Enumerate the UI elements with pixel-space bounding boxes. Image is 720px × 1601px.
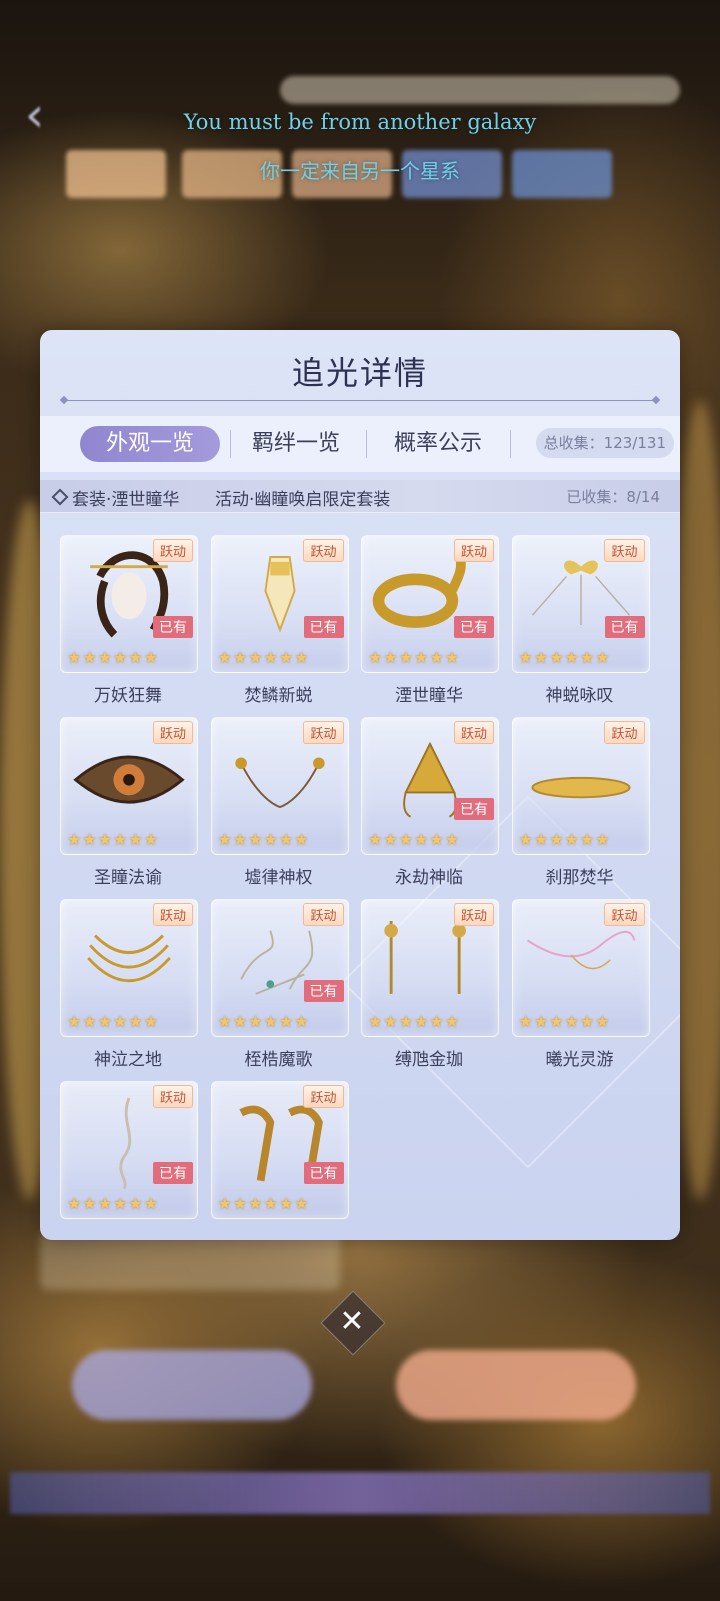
event-tag: 跃动 [604,539,645,562]
tab-bonds[interactable]: 羁绊一览 [226,426,366,462]
item-thumbnail[interactable]: 跃动 ★★★★★★ [361,899,499,1037]
owned-tag: 已有 [604,616,645,638]
owned-tag: 已有 [454,616,494,638]
bg-draw-ten-button [396,1350,636,1420]
item-card[interactable]: 跃动已有 ★★★★★★ [60,1081,198,1240]
owned-tag: 已有 [454,798,494,820]
item-name: 万妖狂舞 [94,686,162,706]
item-thumbnail[interactable]: 跃动 ★★★★★★ [210,717,349,855]
diamond-icon [51,488,69,506]
event-tag: 跃动 [152,721,193,744]
star-rating: ★★★★★★ [368,1012,461,1031]
item-card[interactable]: 跃动 ★★★★★★ 神泣之地 [60,899,198,1079]
event-tag: 跃动 [453,539,494,562]
event-tag: 跃动 [303,1085,344,1108]
item-name: 缚虺金珈 [395,1050,463,1070]
item-card[interactable]: 跃动已有 ★★★★★★ 神蜕咏叹 [511,535,650,715]
item-card[interactable]: 跃动 ★★★★★★ 缚虺金珈 [361,899,499,1079]
item-card[interactable]: 跃动 ★★★★★★ 圣瞳法谕 [60,717,198,897]
item-thumbnail[interactable]: 跃动 ★★★★★★ [511,717,650,855]
subtitle-english: You must be from another galaxy [183,110,537,134]
bg-top-strip [280,76,680,104]
star-rating: ★★★★★★ [67,1194,160,1213]
item-name: 湮世瞳华 [395,686,463,706]
item-thumbnail[interactable]: 跃动已有 ★★★★★★ [210,899,349,1037]
tab-appearance[interactable]: 外观一览 [80,426,220,462]
tab-separator [510,430,511,458]
item-name: 桎梏魔歌 [244,1050,313,1070]
item-card[interactable]: 跃动已有 ★★★★★★ 湮世瞳华 [361,535,499,715]
item-thumbnail[interactable]: 跃动 ★★★★★★ [60,717,198,855]
event-tag: 跃动 [152,539,193,562]
star-rating: ★★★★★★ [67,648,160,667]
item-card[interactable]: 跃动 ★★★★★★ 曦光灵游 [511,899,650,1079]
item-card[interactable]: 跃动已有 ★★★★★★ 焚鳞新蜕 [210,535,349,715]
owned-tag: 已有 [303,1162,344,1184]
detail-panel: 追光详情 外观一览 羁绊一览 概率公示 总收集：123/131 套装·湮世瞳华 … [40,330,680,1240]
suit-source: 活动·幽瞳唤启限定套装 [215,490,391,510]
item-thumbnail[interactable]: 跃动已有 ★★★★★★ [210,1081,349,1219]
item-name: 神泣之地 [94,1050,162,1070]
owned-tag: 已有 [303,616,344,638]
owned-tag: 已有 [153,1162,193,1184]
owned-tag: 已有 [153,616,193,638]
item-thumbnail[interactable]: 跃动已有 ★★★★★★ [361,535,499,673]
panel-title: 追光详情 [291,354,428,392]
owned-tag: 已有 [303,980,344,1002]
item-thumbnail[interactable]: 跃动已有 ★★★★★★ [60,535,198,673]
star-rating: ★★★★★★ [518,1012,611,1031]
star-rating: ★★★★★★ [67,1012,160,1031]
title-divider [64,400,656,401]
event-tag: 跃动 [303,539,344,562]
star-rating: ★★★★★★ [368,648,461,667]
star-rating: ★★★★★★ [217,648,310,667]
item-thumbnail[interactable]: 跃动已有 ★★★★★★ [210,535,349,673]
item-thumbnail[interactable]: 跃动已有 ★★★★★★ [60,1081,198,1219]
event-tag: 跃动 [152,1085,193,1108]
event-tag: 跃动 [453,721,494,744]
item-thumbnail[interactable]: 跃动已有 ★★★★★★ [511,535,650,673]
item-thumbnail[interactable]: 跃动已有 ★★★★★★ [361,717,499,855]
event-tag: 跃动 [303,903,344,926]
item-card[interactable]: 跃动已有 ★★★★★★ 万妖狂舞 [60,535,198,715]
bg-bottom-banner [10,1472,710,1514]
suit-collected: 已收集：8/14 [566,488,660,506]
total-collected: 总收集：123/131 [535,428,674,458]
star-rating: ★★★★★★ [368,830,461,849]
event-tag: 跃动 [453,903,494,926]
star-rating: ★★★★★★ [217,1012,310,1031]
star-rating: ★★★★★★ [518,648,611,667]
event-tag: 跃动 [604,721,645,744]
tab-probability[interactable]: 概率公示 [368,426,508,462]
item-name: 永劫神临 [395,868,463,888]
star-rating: ★★★★★★ [518,830,611,849]
subtitle-chinese: 你一定来自另一个星系 [260,159,460,183]
item-name: 神蜕咏叹 [545,686,614,706]
suit-name: 套装·湮世瞳华 [72,490,180,510]
event-tag: 跃动 [604,903,645,926]
item-card[interactable]: 跃动已有 ★★★★★★ [210,1081,349,1240]
tab-bar: 外观一览 羁绊一览 概率公示 总收集：123/131 [40,416,680,472]
suit-bar: 套装·湮世瞳华 活动·幽瞳唤启限定套装 已收集：8/14 [40,480,680,513]
star-rating: ★★★★★★ [217,830,310,849]
item-card[interactable]: 跃动已有 ★★★★★★ 桎梏魔歌 [210,899,349,1079]
event-tag: 跃动 [152,903,193,926]
item-name: 曦光灵游 [545,1050,614,1070]
tab-separator [366,430,367,458]
close-icon[interactable]: ✕ [330,1300,374,1344]
item-card[interactable]: 跃动 ★★★★★★ 墟律神权 [210,717,349,897]
event-tag: 跃动 [303,721,344,744]
star-rating: ★★★★★★ [67,830,160,849]
item-name: 墟律神权 [244,868,313,888]
item-thumbnail[interactable]: 跃动 ★★★★★★ [60,899,198,1037]
item-card[interactable]: 跃动已有 ★★★★★★ 永劫神临 [361,717,499,897]
bg-draw-once-button [72,1350,312,1420]
item-name: 圣瞳法谕 [94,868,162,888]
item-name: 刹那焚华 [545,868,614,888]
item-name: 焚鳞新蜕 [244,686,313,706]
star-rating: ★★★★★★ [217,1194,310,1213]
item-card[interactable]: 跃动 ★★★★★★ 刹那焚华 [511,717,650,897]
item-thumbnail[interactable]: 跃动 ★★★★★★ [511,899,650,1037]
